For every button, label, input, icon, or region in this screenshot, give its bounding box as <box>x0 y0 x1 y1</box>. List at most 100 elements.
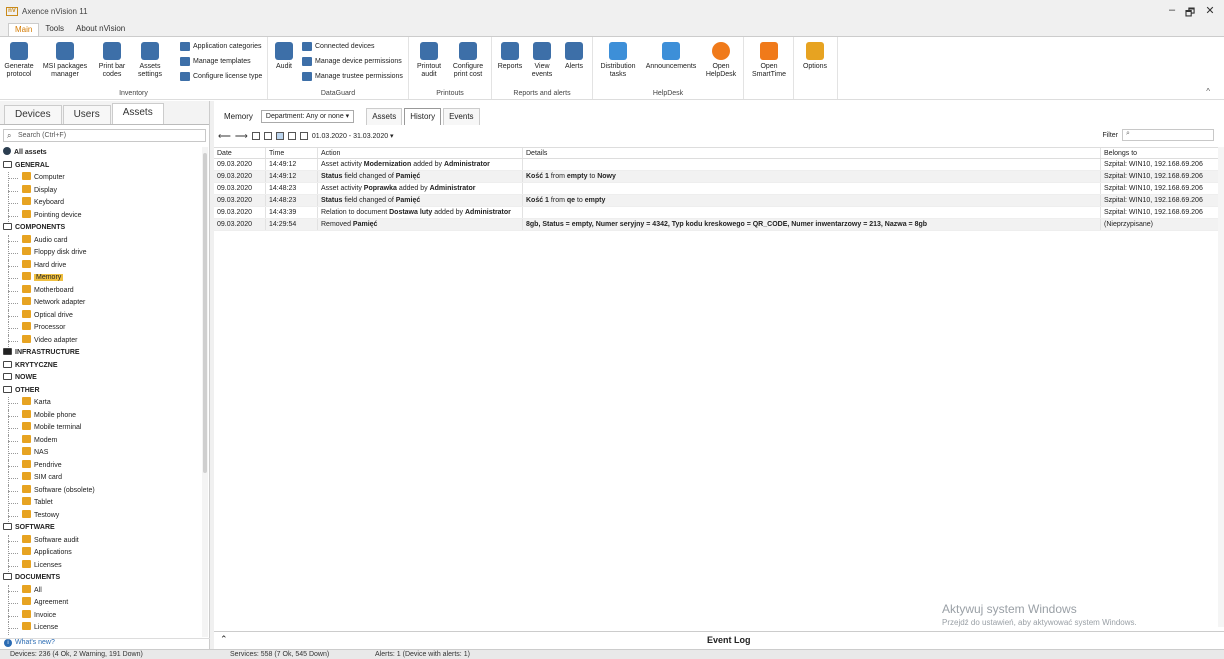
tree-item[interactable]: Mobile phone <box>0 409 202 423</box>
tab-tools[interactable]: Tools <box>39 23 70 36</box>
date-range-select[interactable]: 01.03.2020 - 31.03.2020 ▾ <box>312 132 394 140</box>
close-button[interactable]: ✕ <box>1203 4 1217 17</box>
tab-devices[interactable]: Devices <box>4 105 62 124</box>
column-action[interactable]: Action <box>318 148 523 158</box>
tree-item[interactable]: Memory <box>0 272 202 285</box>
tree-category[interactable]: GENERAL <box>0 160 202 173</box>
tree-item[interactable]: SIM card <box>0 472 202 485</box>
tree-item[interactable]: Audio card <box>0 234 202 248</box>
tree-item[interactable]: Testowy <box>0 509 202 523</box>
tab-events[interactable]: Events <box>443 107 480 125</box>
view-events-button[interactable]: View events <box>528 42 556 79</box>
table-row[interactable]: 09.03.2020 14:43:39 Relation to document D… <box>214 207 1218 219</box>
department-select[interactable]: Department: Any or none ▾ <box>260 109 355 123</box>
tree-category[interactable]: NOWE <box>0 372 202 385</box>
connected-devices-button[interactable]: Connected devices <box>302 42 375 51</box>
msi-packages-button[interactable]: MSI packages manager <box>40 42 90 79</box>
table-row[interactable]: 09.03.2020 14:49:12 Asset activity Moderni… <box>214 159 1218 171</box>
table-row[interactable]: 09.03.2020 14:48:23 Asset activity Poprawk… <box>214 183 1218 195</box>
tree-item[interactable]: Pointing device <box>0 209 202 223</box>
configure-print-cost-button[interactable]: Configure print cost <box>449 42 487 79</box>
calendar-range-icon[interactable] <box>299 132 308 140</box>
tree-item[interactable]: NAS <box>0 447 202 460</box>
tree-item[interactable]: All <box>0 584 202 598</box>
tree-item[interactable]: Software audit <box>0 534 202 548</box>
printout-audit-button[interactable]: Printout audit <box>413 42 445 79</box>
manage-trustee-permissions-button[interactable]: Manage trustee permissions <box>302 72 403 81</box>
manage-templates-button[interactable]: Manage templates <box>180 57 251 66</box>
tree-item[interactable]: Agreement <box>0 597 202 610</box>
tree-item[interactable]: Mobile terminal <box>0 422 202 435</box>
tree-category[interactable]: INFRASTRUCTURE <box>0 347 202 360</box>
tab-main[interactable]: Main <box>8 23 40 36</box>
restore-button[interactable]: 🗗 <box>1183 4 1197 23</box>
minimize-button[interactable]: – <box>1165 4 1179 16</box>
tree-item[interactable]: Processor <box>0 322 202 335</box>
print-bar-codes-button[interactable]: Print bar codes <box>96 42 128 79</box>
tree-item[interactable]: Computer <box>0 172 202 185</box>
application-categories-button[interactable]: Application categories <box>180 42 262 51</box>
calendar-year-icon[interactable] <box>287 132 296 140</box>
search-input[interactable]: ⌕ Search (Ctrl+F) <box>3 129 206 142</box>
column-time[interactable]: Time <box>266 148 318 158</box>
tree-item[interactable]: Karta <box>0 397 202 410</box>
column-details[interactable]: Details <box>523 148 1101 158</box>
tree-item[interactable]: Modem <box>0 434 202 448</box>
forward-arrow-icon[interactable]: ⟶ <box>235 131 248 142</box>
tree-category[interactable]: DOCUMENTS <box>0 572 202 585</box>
back-arrow-icon[interactable]: ⟵ <box>218 131 231 142</box>
column-date[interactable]: Date <box>214 148 266 158</box>
announcements-button[interactable]: Announcements <box>645 42 697 71</box>
tree-item[interactable]: Hard drive <box>0 259 202 273</box>
tree-item[interactable]: Tablet <box>0 497 202 510</box>
tab-assets-view[interactable]: Assets <box>366 107 403 125</box>
assets-settings-button[interactable]: Assets settings <box>132 42 168 79</box>
tab-users[interactable]: Users <box>62 105 111 124</box>
manage-device-permissions-button[interactable]: Manage device permissions <box>302 57 402 66</box>
generate-protocol-button[interactable]: Generate protocol <box>4 42 34 79</box>
tree-item[interactable]: Licenses <box>0 559 202 573</box>
table-row[interactable]: 09.03.2020 14:49:12 Status field changed o… <box>214 171 1218 183</box>
alerts-button[interactable]: Alerts <box>560 42 588 71</box>
grid-scrollbar[interactable] <box>1218 147 1224 627</box>
tree-item[interactable]: Software (obsolete) <box>0 484 202 498</box>
expand-icon[interactable]: ⌃ <box>220 634 228 645</box>
filter-input[interactable]: ⌕ <box>1122 129 1214 141</box>
audit-button[interactable]: Audit <box>272 42 296 71</box>
whats-new-link[interactable]: i What's new? <box>0 638 210 649</box>
tree-item[interactable]: License <box>0 622 202 635</box>
open-smarttime-button[interactable]: Open SmartTime <box>749 42 789 79</box>
tree-item[interactable]: Video adapter <box>0 334 202 348</box>
tab-about[interactable]: About nVision <box>70 23 131 36</box>
calendar-day-icon[interactable] <box>251 132 260 140</box>
tree-item[interactable]: Applications <box>0 547 202 560</box>
tree-item[interactable]: Network adapter <box>0 297 202 310</box>
configure-license-type-button[interactable]: Configure license type <box>180 72 262 81</box>
tree-category[interactable]: All assets <box>0 147 202 160</box>
tree-item[interactable]: Optical drive <box>0 309 202 323</box>
tree-item[interactable]: Display <box>0 184 202 198</box>
tree-category[interactable]: OTHER <box>0 385 202 398</box>
tree-item[interactable]: Keyboard <box>0 197 202 210</box>
tree-category[interactable]: SOFTWARE <box>0 522 202 535</box>
calendar-month-icon[interactable] <box>275 132 284 140</box>
tree-item[interactable]: Motherboard <box>0 284 202 298</box>
scroll-thumb[interactable] <box>203 153 207 473</box>
tree-scrollbar[interactable] <box>202 147 208 637</box>
collapse-ribbon-icon[interactable]: ^ <box>1206 87 1210 96</box>
distribution-tasks-button[interactable]: Distribution tasks <box>597 42 639 79</box>
table-row[interactable]: 09.03.2020 14:29:54 Removed Pamięć 8gb, Sta… <box>214 219 1218 231</box>
event-log-bar[interactable]: ⌃ Event Log <box>214 631 1224 649</box>
tab-assets[interactable]: Assets <box>111 103 164 124</box>
tree-item[interactable]: Floppy disk drive <box>0 247 202 260</box>
open-helpdesk-button[interactable]: Open HelpDesk <box>703 42 739 79</box>
options-button[interactable]: Options <box>798 42 832 71</box>
tab-history[interactable]: History <box>404 107 442 125</box>
tree-item[interactable]: Pendrive <box>0 459 202 473</box>
reports-button[interactable]: Reports <box>496 42 524 71</box>
table-row[interactable]: 09.03.2020 14:48:23 Status field changed o… <box>214 195 1218 207</box>
tree-category[interactable]: KRYTYCZNE <box>0 360 202 373</box>
tree-category[interactable]: COMPONENTS <box>0 222 202 235</box>
calendar-week-icon[interactable] <box>263 132 272 140</box>
column-belongs-to[interactable]: Belongs to <box>1101 148 1218 158</box>
